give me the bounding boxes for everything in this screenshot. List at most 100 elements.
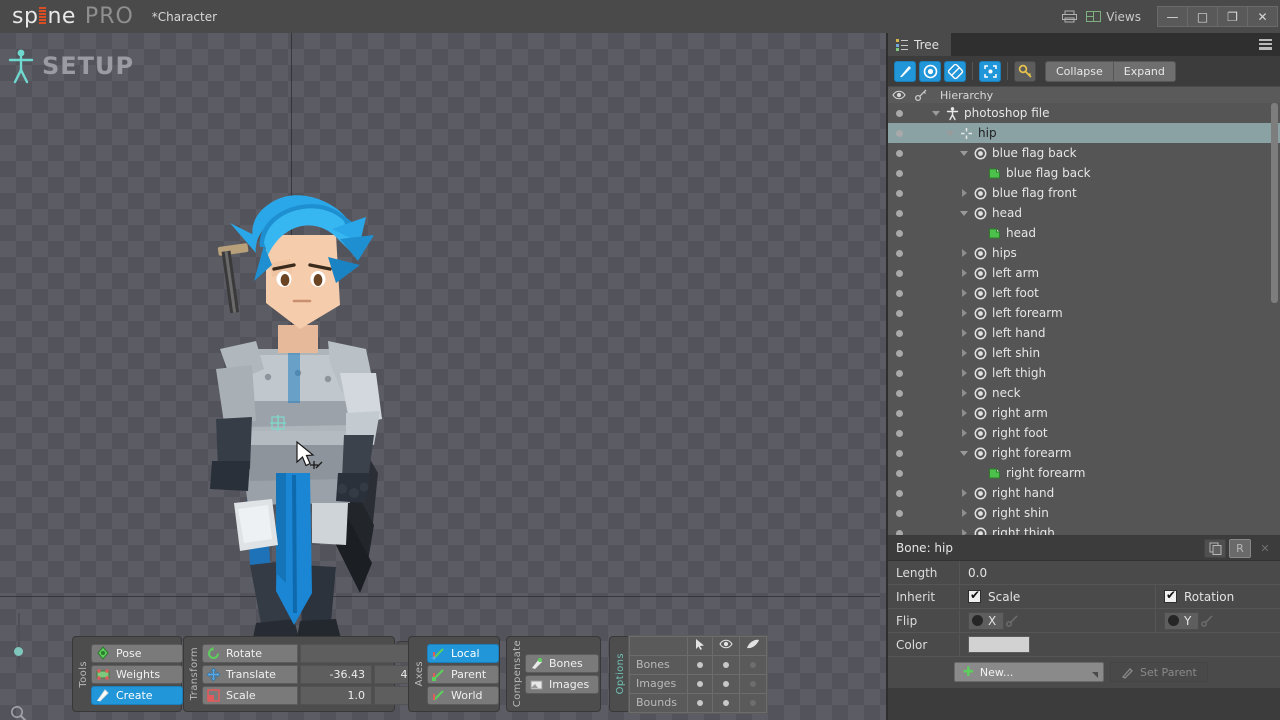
tree-row-right-forearm[interactable]: right forearm xyxy=(888,463,1280,483)
chevron-down-icon[interactable] xyxy=(960,449,969,458)
options-bones-visible-cell[interactable] xyxy=(712,654,740,675)
scale-x-field[interactable]: 1.0 xyxy=(300,685,372,705)
compensate-images-button[interactable]: Images xyxy=(525,675,600,694)
tree-row-visibility-toggle[interactable] xyxy=(888,529,910,535)
tree-scrollbar[interactable] xyxy=(1271,103,1278,303)
chevron-right-icon[interactable] xyxy=(960,268,969,278)
tree-row-right-thigh[interactable]: right thigh xyxy=(888,523,1280,535)
length-value-field[interactable]: 0.0 xyxy=(960,561,1280,584)
tree-row-neck[interactable]: neck xyxy=(888,383,1280,403)
options-bones-select-cell[interactable] xyxy=(687,654,713,675)
chevron-right-icon[interactable] xyxy=(960,328,969,338)
close-button[interactable]: ✕ xyxy=(1247,6,1278,27)
chevron-down-icon[interactable] xyxy=(960,149,969,158)
options-images-ghost-cell[interactable] xyxy=(739,673,767,694)
tree-row-visibility-toggle[interactable] xyxy=(888,249,910,257)
options-bounds-select-cell[interactable] xyxy=(687,692,713,713)
chevron-right-icon[interactable] xyxy=(960,188,969,198)
tree-row-blue-flag-front[interactable]: blue flag front xyxy=(888,183,1280,203)
tree-row-visibility-toggle[interactable] xyxy=(888,469,910,477)
tree-row-visibility-toggle[interactable] xyxy=(888,449,910,457)
axes-local-button[interactable]: Local xyxy=(427,643,499,663)
filter-images-button[interactable] xyxy=(944,60,966,82)
transform-scale-button[interactable]: Scale xyxy=(202,685,298,705)
options-bones-ghost-cell[interactable] xyxy=(739,654,767,675)
tree-row-right-shin[interactable]: right shin xyxy=(888,503,1280,523)
tree-row-left-thigh[interactable]: left thigh xyxy=(888,363,1280,383)
hamburger-icon[interactable] xyxy=(1259,39,1272,50)
tree-row-visibility-toggle[interactable] xyxy=(888,429,910,437)
hierarchy-tree[interactable]: photoshop file hip blue flag back blue flag… xyxy=(888,103,1280,536)
minimize-button[interactable]: — xyxy=(1157,6,1188,27)
tree-row-left-foot[interactable]: left foot xyxy=(888,283,1280,303)
tree-row-left-arm[interactable]: left arm xyxy=(888,263,1280,283)
tree-row-head[interactable]: head xyxy=(888,203,1280,223)
axes-parent-button[interactable]: Parent xyxy=(427,664,499,684)
inherit-rotation-checkbox[interactable]: Rotation xyxy=(1156,585,1280,608)
flip-y-key-icon[interactable] xyxy=(1199,611,1215,630)
options-images-visible-cell[interactable] xyxy=(712,673,740,694)
chevron-down-icon[interactable] xyxy=(932,109,941,118)
options-col-visible[interactable] xyxy=(712,635,740,656)
tree-row-visibility-toggle[interactable] xyxy=(888,229,910,237)
tool-weights-button[interactable]: Weights xyxy=(91,664,183,684)
tree-row-right-arm[interactable]: right arm xyxy=(888,403,1280,423)
tool-create-button[interactable]: Create xyxy=(91,685,183,705)
chevron-right-icon[interactable] xyxy=(960,368,969,378)
inherit-scale-checkbox[interactable]: Scale xyxy=(960,585,1156,608)
tree-row-left-forearm[interactable]: left forearm xyxy=(888,303,1280,323)
chevron-right-icon[interactable] xyxy=(960,408,969,418)
tree-row-visibility-toggle[interactable] xyxy=(888,209,910,217)
tree-row-visibility-toggle[interactable] xyxy=(888,309,910,317)
tree-row-visibility-toggle[interactable] xyxy=(888,349,910,357)
tree-row-left-hand[interactable]: left hand xyxy=(888,323,1280,343)
tree-row-left-shin[interactable]: left shin xyxy=(888,343,1280,363)
chevron-right-icon[interactable] xyxy=(960,288,969,298)
tree-row-visibility-toggle[interactable] xyxy=(888,369,910,377)
tree-row-head[interactable]: head xyxy=(888,223,1280,243)
tree-row-visibility-toggle[interactable] xyxy=(888,329,910,337)
new-button[interactable]: ✚ New... xyxy=(954,662,1104,682)
chevron-right-icon[interactable] xyxy=(960,488,969,498)
printer-icon[interactable] xyxy=(1056,5,1082,29)
tree-row-visibility-toggle[interactable] xyxy=(888,149,910,157)
tree-row-visibility-toggle[interactable] xyxy=(888,189,910,197)
views-button[interactable]: Views xyxy=(1082,5,1151,29)
tree-row-visibility-toggle[interactable] xyxy=(888,169,910,177)
chevron-right-icon[interactable] xyxy=(960,308,969,318)
chevron-right-icon[interactable] xyxy=(960,348,969,358)
tree-row-right-forearm[interactable]: right forearm xyxy=(888,443,1280,463)
chevron-right-icon[interactable] xyxy=(960,528,969,535)
translate-x-field[interactable]: -36.43 xyxy=(300,664,372,684)
editor-viewport[interactable]: SETUP xyxy=(0,33,888,720)
tree-row-right-hand[interactable]: right hand xyxy=(888,483,1280,503)
tree-row-hips[interactable]: hips xyxy=(888,243,1280,263)
flip-x-toggle[interactable]: X xyxy=(968,611,1005,630)
tree-row-right-foot[interactable]: right foot xyxy=(888,423,1280,443)
tree-row-visibility-toggle[interactable] xyxy=(888,129,910,137)
filter-keys-button[interactable] xyxy=(1014,60,1036,82)
delete-icon[interactable]: ✕ xyxy=(1254,539,1276,558)
tree-row-visibility-toggle[interactable] xyxy=(888,489,910,497)
options-bounds-visible-cell[interactable] xyxy=(712,692,740,713)
collapse-button[interactable]: Collapse xyxy=(1045,60,1114,82)
options-images-select-cell[interactable] xyxy=(687,673,713,694)
tab-tree[interactable]: Tree xyxy=(888,33,952,56)
flip-x-key-icon[interactable] xyxy=(1004,611,1020,630)
character-artwork[interactable] xyxy=(160,173,440,643)
options-col-ghost[interactable] xyxy=(739,635,767,656)
tree-row-visibility-toggle[interactable] xyxy=(888,509,910,517)
options-bounds-ghost-cell[interactable] xyxy=(739,692,767,713)
tree-row-visibility-toggle[interactable] xyxy=(888,409,910,417)
duplicate-icon[interactable] xyxy=(1204,538,1226,558)
chevron-right-icon[interactable] xyxy=(960,508,969,518)
tree-row-hip[interactable]: hip xyxy=(888,123,1280,143)
tree-row-visibility-toggle[interactable] xyxy=(888,109,910,117)
filter-slots-button[interactable] xyxy=(919,60,941,82)
axes-world-button[interactable]: World xyxy=(427,685,499,705)
compensate-bones-button[interactable]: Bones xyxy=(525,654,600,673)
options-col-select[interactable] xyxy=(687,635,713,656)
tree-row-visibility-toggle[interactable] xyxy=(888,389,910,397)
chevron-right-icon[interactable] xyxy=(960,428,969,438)
hierarchy-visibility-column-header[interactable] xyxy=(888,90,910,100)
